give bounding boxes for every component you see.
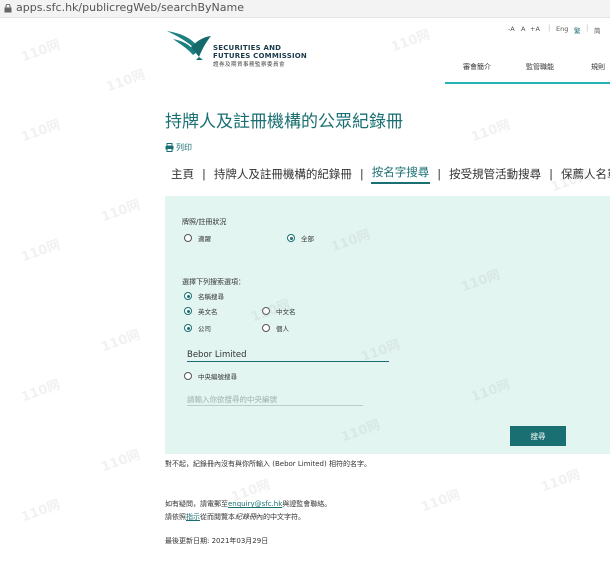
company-radio[interactable]: 公司 — [184, 323, 211, 333]
lock-icon — [4, 4, 12, 13]
radio-label: 名稱搜尋 — [198, 293, 224, 301]
watermark: 110网 — [19, 37, 63, 66]
hint-text-mid: 從而閱覽本 — [200, 513, 235, 521]
status-active-radio[interactable]: 適躍 — [184, 233, 211, 243]
radio-circle[interactable] — [184, 292, 192, 300]
hint-italic: 紀錄冊 — [235, 513, 256, 521]
search-by-name-radio[interactable]: 名稱搜尋 — [184, 291, 224, 301]
no-result-message: 對不起，紀錄冊內沒有與你所輸入 (Bebor Limited) 相符的名字。 — [165, 460, 371, 468]
watermark: 110网 — [19, 237, 63, 266]
logo-text-line2: FUTURES COMMISSION — [213, 52, 307, 60]
radio-circle[interactable] — [184, 307, 192, 315]
radio-circle[interactable] — [184, 234, 192, 242]
divider: | — [548, 24, 551, 32]
font-size-small[interactable]: -A — [508, 25, 515, 33]
watermark: 110网 — [19, 117, 63, 146]
nav-rules[interactable]: 規則 — [591, 62, 605, 72]
tab-search-by-activity[interactable]: 按受規管活動搜尋 — [448, 166, 542, 182]
radio-label: 個人 — [276, 325, 289, 333]
name-search-input[interactable] — [187, 349, 389, 362]
radio-label: 全部 — [301, 235, 314, 243]
printer-icon[interactable] — [165, 143, 174, 152]
watermark: 110网 — [419, 487, 463, 516]
nav-underline — [445, 82, 610, 84]
breadcrumb-tabs: 主頁 | 持牌人及註冊機構的紀錄冊 | 按名字搜尋 | 按受規管活動搜尋 | 保… — [170, 164, 610, 184]
radio-label: 英文名 — [198, 308, 218, 316]
radio-label: 中文名 — [276, 308, 296, 316]
nav-regulatory-functions[interactable]: 監管職能 — [526, 62, 554, 72]
page-title: 持牌人及註冊機構的公眾紀錄冊 — [165, 112, 403, 132]
print-link[interactable]: 列印 — [176, 142, 192, 153]
watermark: 110网 — [19, 497, 63, 526]
watermark: 110网 — [19, 377, 63, 406]
divider: | — [586, 24, 589, 32]
sfc-logo-bird-icon — [167, 31, 211, 60]
divider: | — [549, 167, 553, 181]
lang-traditional[interactable]: 繁 — [574, 25, 581, 35]
tab-home[interactable]: 主頁 — [170, 166, 195, 182]
last-updated: 最後更新日期: 2021年03月29日 — [165, 537, 269, 545]
search-button[interactable]: 搜尋 — [510, 426, 566, 446]
lang-english[interactable]: Eng — [556, 25, 568, 33]
individual-radio[interactable]: 個人 — [262, 323, 289, 333]
logo-text-chinese: 證券及期貨事務監察委員會 — [213, 62, 286, 68]
watermark: 110网 — [99, 447, 143, 476]
radio-circle[interactable] — [287, 234, 295, 242]
watermark: 110网 — [389, 27, 433, 56]
radio-label: 適躍 — [198, 235, 211, 243]
contact-text-end: 與證監會聯絡。 — [282, 500, 332, 508]
font-size-large[interactable]: +A — [530, 25, 540, 33]
tab-register[interactable]: 持牌人及註冊機構的紀錄冊 — [213, 166, 353, 182]
watermark: 110网 — [99, 197, 143, 226]
font-size-medium[interactable]: A — [521, 25, 525, 33]
divider: | — [437, 167, 442, 181]
divider: | — [202, 167, 206, 181]
hint-line: 請依照指示從而閱覽本紀錄冊內的中文字符。 — [165, 512, 305, 522]
logo-text-line1: SECURITIES AND — [213, 44, 282, 52]
status-all-radio[interactable]: 全部 — [287, 233, 314, 243]
radio-circle[interactable] — [184, 372, 192, 380]
url-text[interactable]: apps.sfc.hk/publicregWeb/searchByName — [16, 1, 244, 14]
radio-label: 公司 — [198, 325, 211, 333]
tab-search-by-name[interactable]: 按名字搜尋 — [370, 164, 431, 184]
nav-about[interactable]: 審會簡介 — [463, 62, 491, 72]
tab-sponsor-list[interactable]: 保薦人名單 — [560, 166, 610, 182]
instructions-link[interactable]: 指示 — [186, 513, 200, 521]
watermark: 110网 — [539, 467, 583, 496]
watermark: 110网 — [469, 117, 513, 146]
search-by-ce-radio[interactable]: 中央編號搜尋 — [184, 371, 237, 381]
lang-simplified[interactable]: 简 — [594, 25, 601, 35]
chinese-name-radio[interactable]: 中文名 — [262, 306, 296, 316]
ce-number-input[interactable] — [187, 394, 363, 406]
radio-circle[interactable] — [262, 324, 270, 332]
status-label: 牌照/註冊狀況 — [182, 218, 227, 226]
watermark: 110网 — [104, 67, 148, 96]
english-name-radio[interactable]: 英文名 — [184, 306, 218, 316]
email-link[interactable]: enquiry@sfc.hk — [228, 500, 282, 508]
divider: | — [359, 167, 364, 181]
search-options-label: 選擇下列搜索選項： — [182, 278, 245, 286]
watermark: 110网 — [99, 327, 143, 356]
contact-line: 如有疑問，請電郵至enquiry@sfc.hk與證監會聯絡。 — [165, 499, 331, 509]
radio-circle[interactable] — [184, 324, 192, 332]
browser-url-bar[interactable]: apps.sfc.hk/publicregWeb/searchByName — [0, 0, 610, 18]
hint-text: 請依照 — [165, 513, 186, 521]
radio-circle[interactable] — [262, 307, 270, 315]
search-panel — [165, 196, 610, 454]
radio-label: 中央編號搜尋 — [198, 373, 237, 381]
hint-text-end: 內的中文字符。 — [256, 513, 305, 521]
contact-text: 如有疑問，請電郵至 — [165, 500, 228, 508]
